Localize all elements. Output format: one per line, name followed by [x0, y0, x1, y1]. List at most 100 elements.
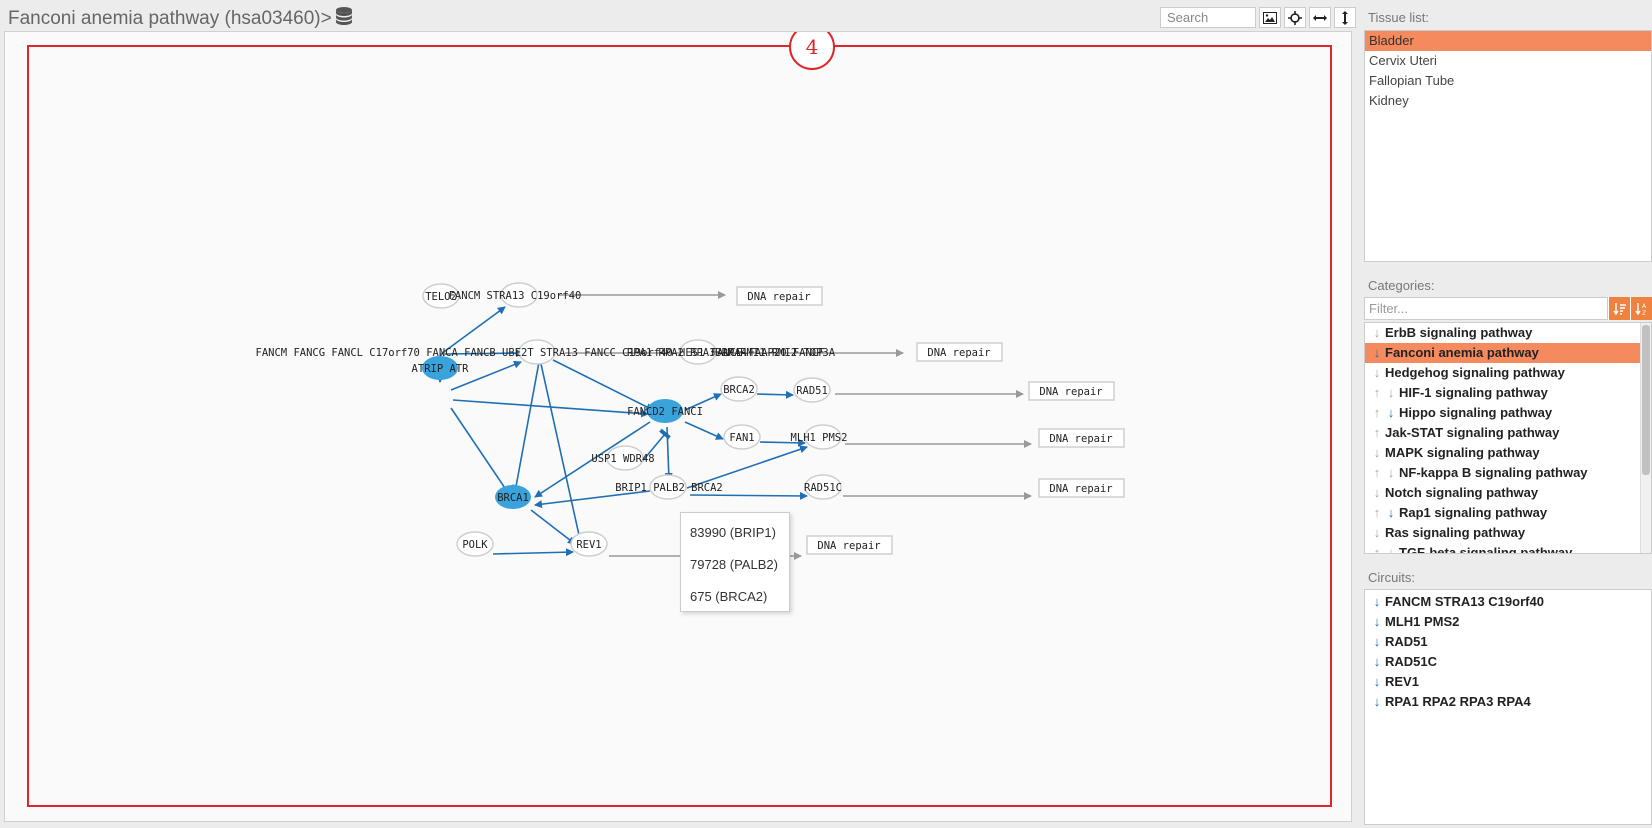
category-label: TGF-beta signaling pathway: [1399, 545, 1573, 554]
sort-asc-icon[interactable]: AZ: [1630, 297, 1652, 320]
arrow-up-icon: ↑: [1373, 545, 1381, 554]
graph-toolbar: [1160, 7, 1356, 28]
category-item[interactable]: ↓ Hedgehog signaling pathway: [1365, 363, 1651, 383]
crosshair-icon[interactable]: [1284, 7, 1306, 28]
edge: [530, 509, 576, 545]
graph-canvas[interactable]: 4 TELO2 FANCM STRA13 C19orf40 FANCM FANC…: [4, 24, 1353, 823]
fit-height-icon[interactable]: [1334, 7, 1356, 28]
circuit-item[interactable]: ↓ RAD51C: [1365, 652, 1651, 672]
node-label: MLH1 PMS2: [791, 432, 848, 444]
output-label: DNA repair: [747, 291, 810, 303]
circuit-label: MLH1 PMS2: [1385, 614, 1460, 629]
node-label: FAN1: [729, 432, 754, 444]
tooltip-item: 675 (BRCA2): [690, 589, 768, 604]
arrow-up-icon: ↑: [1373, 385, 1381, 400]
pathway-title: Fanconi anemia pathway (hsa03460)>: [8, 8, 332, 29]
node-label: RAD51: [796, 385, 828, 397]
svg-text:Z: Z: [1642, 310, 1646, 316]
arrow-up-icon: ↑: [1373, 505, 1381, 520]
tooltip-item: 83990 (BRIP1): [690, 525, 776, 540]
tooltip-item: 79728 (PALB2): [690, 557, 778, 572]
circuit-label: REV1: [1385, 674, 1419, 689]
circuit-frame: [27, 45, 1332, 807]
circuit-label: RAD51C: [1385, 654, 1438, 669]
arrow-down-icon: ↓: [1373, 445, 1381, 460]
category-label: HIF-1 signaling pathway: [1399, 385, 1548, 400]
sort-desc-icon[interactable]: [1608, 297, 1630, 320]
arrow-down-icon: ↓: [1373, 654, 1381, 669]
node-label: RAD51C: [804, 482, 842, 494]
circuit-item[interactable]: ↓ REV1: [1365, 672, 1651, 692]
node-tooltip: 83990 (BRIP1) 79728 (PALB2) 675 (BRCA2): [680, 512, 790, 612]
pathway-panel: Fanconi anemia pathway (hsa03460)> Searc…: [0, 0, 1360, 825]
node-label: BRIP1 PALB2 BRCA2: [615, 482, 722, 494]
category-label: MAPK signaling pathway: [1385, 445, 1540, 460]
tissue-item[interactable]: Cervix Uteri: [1365, 51, 1651, 71]
circuit-list[interactable]: ↓ FANCM STRA13 C19orf40 ↓ MLH1 PMS2 ↓ RAD51 ↓ R…: [1364, 589, 1652, 825]
output-label: DNA repair: [1049, 483, 1112, 495]
edge: [689, 491, 808, 500]
category-filter-input[interactable]: [1364, 297, 1608, 320]
category-item[interactable]: ↑ ↓ HIF-1 signaling pathway: [1365, 383, 1651, 403]
category-list[interactable]: ↓ ErbB signaling pathway ↓ Fanconi anemia p…: [1364, 322, 1652, 554]
circuit-item[interactable]: ↓ FANCM STRA13 C19orf40: [1365, 592, 1651, 612]
arrow-up-icon: ↑: [1373, 425, 1381, 440]
arrow-down-icon: ↓: [1373, 614, 1381, 629]
image-icon[interactable]: [1259, 7, 1281, 28]
circuit-item[interactable]: ↓ MLH1 PMS2: [1365, 612, 1651, 632]
arrow-down-icon: ↓: [1387, 505, 1395, 520]
arrow-down-icon: ↓: [1373, 345, 1381, 360]
tissue-item[interactable]: Bladder: [1365, 31, 1651, 51]
category-label: Hippo signaling pathway: [1399, 405, 1553, 420]
tissue-item[interactable]: Fallopian Tube: [1365, 71, 1651, 91]
category-item[interactable]: ↓ MAPK signaling pathway: [1365, 443, 1651, 463]
category-label: Hedgehog signaling pathway: [1385, 365, 1565, 380]
edge: [512, 361, 540, 493]
tissue-item[interactable]: Kidney: [1365, 91, 1651, 111]
fit-width-icon[interactable]: [1309, 7, 1331, 28]
category-scrollbar[interactable]: [1640, 323, 1651, 553]
category-item[interactable]: ↑ ↓ Hippo signaling pathway: [1365, 403, 1651, 423]
arrow-down-icon: ↓: [1373, 485, 1381, 500]
node-label: POLK: [462, 539, 488, 551]
category-item[interactable]: ↑ ↓ TGF-beta signaling pathway: [1365, 543, 1651, 554]
category-label: NF-kappa B signaling pathway: [1399, 465, 1588, 480]
svg-text:A: A: [1642, 303, 1647, 310]
node-label: BRCA2: [723, 384, 755, 396]
search-input[interactable]: [1160, 7, 1256, 28]
category-label: Notch signaling pathway: [1385, 485, 1539, 500]
arrow-down-icon: ↓: [1373, 325, 1381, 340]
side-panel: Tissue list: Bladder Cervix Uteri Fallop…: [1362, 0, 1652, 825]
circuit-label: FANCM STRA13 C19orf40: [1385, 594, 1544, 609]
arrow-down-icon: ↓: [1373, 594, 1381, 609]
categories-label: Categories:: [1368, 278, 1435, 293]
edge: [540, 363, 584, 545]
category-item[interactable]: ↓ Fanconi anemia pathway: [1365, 343, 1651, 363]
tissue-list-label: Tissue list:: [1368, 10, 1429, 25]
category-item[interactable]: ↑ ↓ NF-kappa B signaling pathway: [1365, 463, 1651, 483]
category-label: Fanconi anemia pathway: [1385, 345, 1539, 360]
pathway-graph[interactable]: 4 TELO2 FANCM STRA13 C19orf40 FANCM FANC…: [5, 24, 1353, 823]
circuit-item[interactable]: ↓ RAD51: [1365, 632, 1651, 652]
category-item[interactable]: ↓ Ras signaling pathway: [1365, 523, 1651, 543]
circuit-item[interactable]: ↓ RPA1 RPA2 RPA3 RPA4: [1365, 692, 1651, 712]
category-item[interactable]: ↓ Notch signaling pathway: [1365, 483, 1651, 503]
category-item[interactable]: ↓ ErbB signaling pathway: [1365, 323, 1651, 343]
arrow-down-icon: ↓: [1373, 674, 1381, 689]
arrow-down-icon: ↓: [1373, 634, 1381, 649]
scroll-thumb[interactable]: [1642, 325, 1650, 475]
arrow-down-icon: ↓: [1373, 694, 1381, 709]
tissue-list[interactable]: Bladder Cervix Uteri Fallopian Tube Kidn…: [1364, 30, 1652, 262]
database-icon[interactable]: [334, 6, 354, 32]
node-label: ATRIP ATR: [412, 363, 470, 375]
circuit-label: RPA1 RPA2 RPA3 RPA4: [1385, 694, 1531, 709]
node-label: FANCD2 FANCI: [627, 406, 703, 418]
category-item[interactable]: ↑ Jak-STAT signaling pathway: [1365, 423, 1651, 443]
page-title: Fanconi anemia pathway (hsa03460)>: [8, 6, 354, 32]
node-label: BRCA1: [497, 492, 529, 504]
category-item[interactable]: ↑ ↓ Rap1 signaling pathway: [1365, 503, 1651, 523]
arrow-down-icon: ↓: [1387, 465, 1395, 480]
node-label: FANCM STRA13 C19orf40: [449, 290, 582, 302]
arrow-up-icon: ↑: [1373, 405, 1381, 420]
edge: [492, 548, 574, 557]
